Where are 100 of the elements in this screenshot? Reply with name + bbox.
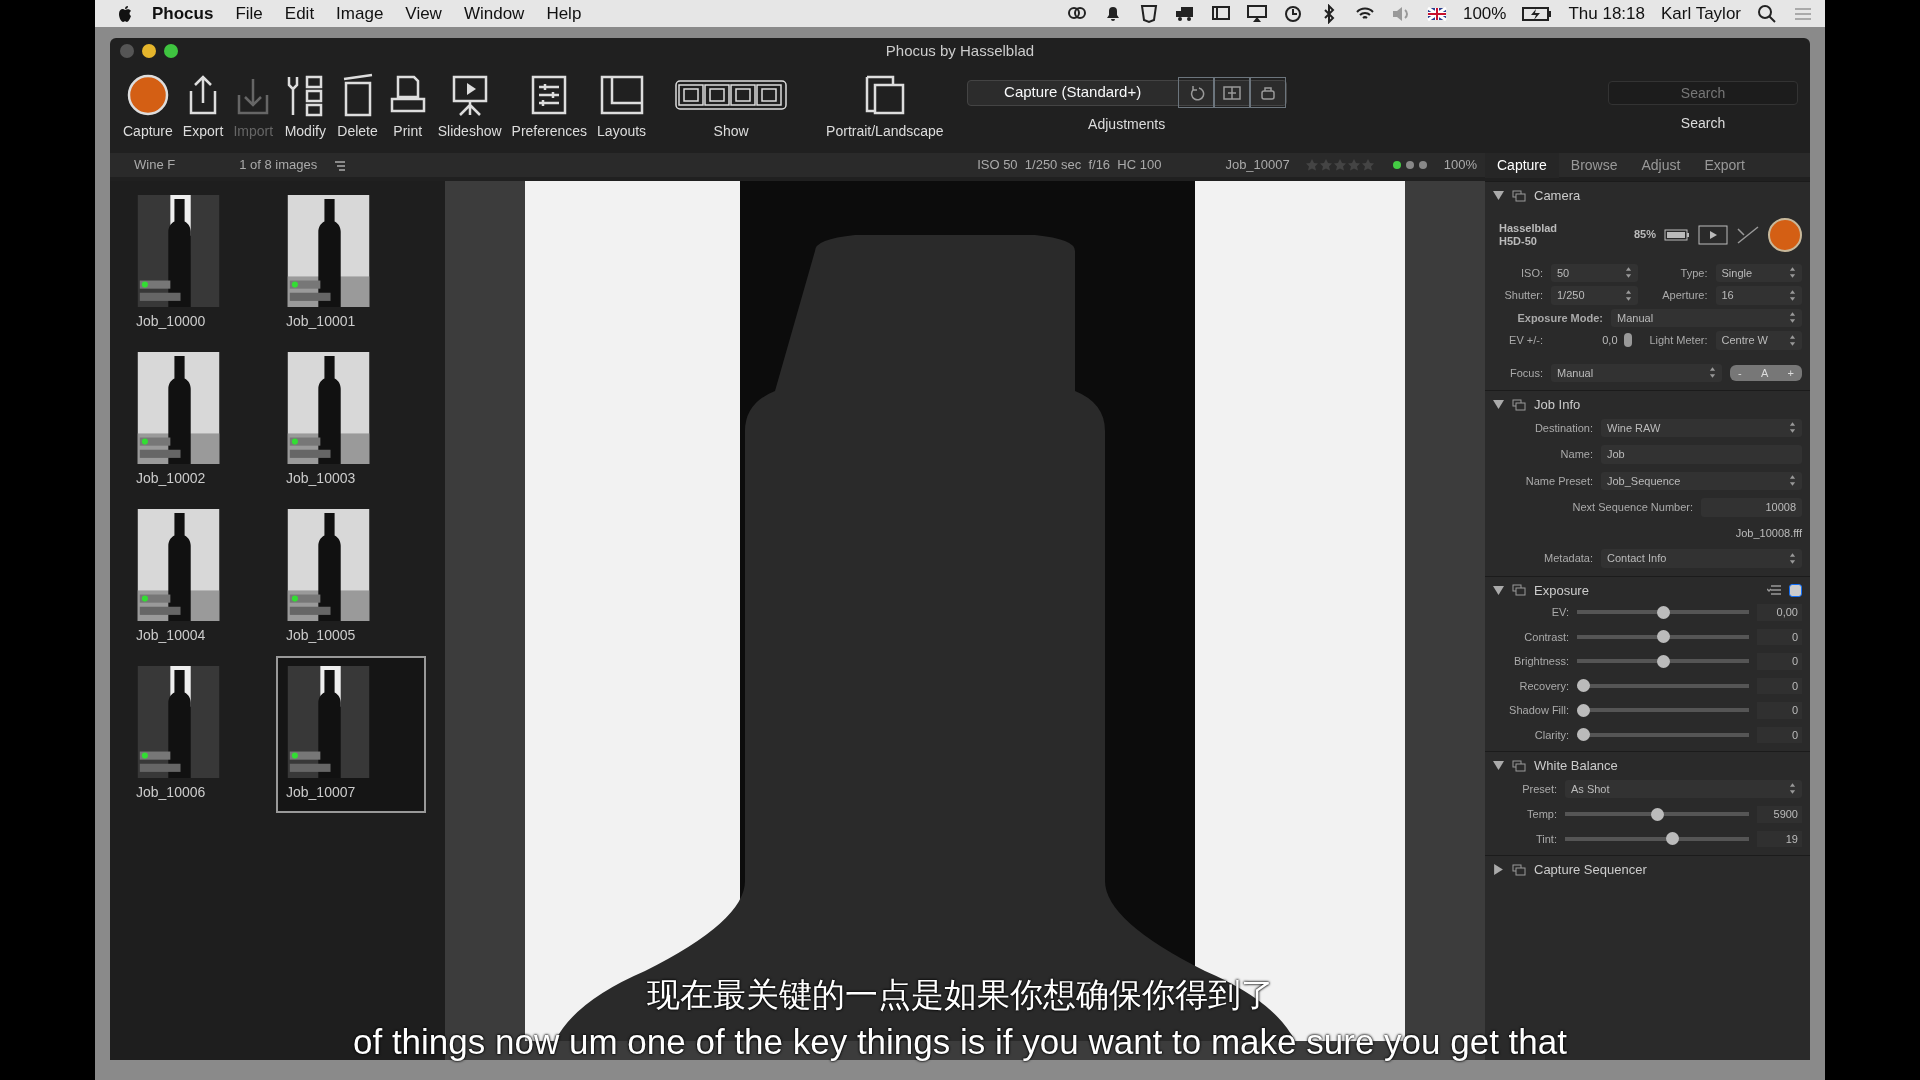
panel-tab[interactable]: Adjust (1629, 152, 1693, 178)
up-down-arrows-icon[interactable] (1789, 475, 1796, 487)
capture-button[interactable] (1768, 217, 1802, 252)
apple-icon[interactable] (117, 4, 133, 23)
toolbar-button[interactable]: Print (382, 72, 433, 142)
popup-field[interactable]: Manual (1611, 308, 1802, 327)
toolbar-button[interactable]: Layouts (592, 72, 652, 142)
user-name[interactable]: Karl Taylor (1661, 0, 1741, 27)
menu-clock[interactable]: Thu 18:18 (1568, 0, 1645, 27)
number-field[interactable]: 10008 (1701, 498, 1802, 517)
copy-icon[interactable] (1512, 398, 1526, 411)
disclosure-triangle-icon[interactable] (1493, 760, 1504, 772)
toolbar-button[interactable]: Capture (118, 72, 178, 142)
panel-tab[interactable]: Browse (1558, 152, 1630, 178)
text-field[interactable]: Job (1601, 445, 1802, 464)
minimize-button[interactable] (142, 44, 156, 58)
menu-item[interactable]: File (224, 0, 274, 27)
toolbar-button[interactable]: Show (661, 72, 802, 142)
stepper-field[interactable]: 0,0 (1551, 331, 1638, 350)
popup-field[interactable]: As Shot (1565, 779, 1802, 798)
popup-field[interactable]: Centre W (1715, 331, 1802, 350)
menu-item[interactable]: View (394, 0, 453, 27)
up-down-arrows-icon[interactable] (1789, 422, 1796, 434)
zoom-button[interactable] (164, 44, 178, 58)
toolbar-button[interactable]: Slideshow (432, 72, 507, 142)
slider-thumb[interactable] (1577, 703, 1590, 717)
menu-icon[interactable] (1767, 585, 1781, 596)
thumbnail[interactable]: Job_10000 (126, 185, 276, 342)
search-icon[interactable] (1757, 3, 1777, 24)
copy-icon[interactable] (1258, 84, 1277, 103)
slider-thumb[interactable] (1656, 605, 1670, 619)
popup-field[interactable]: 16 (1715, 286, 1802, 305)
toolbar-button[interactable]: Modify (278, 72, 333, 142)
thumbnail[interactable]: Job_10003 (276, 342, 426, 499)
section-title[interactable]: Job Info (1534, 395, 1581, 415)
preset-dropdown[interactable]: Capture (Standard+) (967, 76, 1178, 109)
thumbnail[interactable]: Job_10005 (276, 499, 426, 656)
up-down-arrows-icon[interactable] (1789, 552, 1796, 564)
airplay-icon[interactable] (1246, 3, 1267, 24)
clock-icon[interactable] (1282, 3, 1303, 24)
toolbar-button[interactable]: Portrait/Landscape (821, 72, 949, 142)
up-down-arrows-icon[interactable] (1624, 267, 1632, 279)
up-down-arrows-icon[interactable] (1789, 334, 1796, 346)
section-title[interactable]: Capture Sequencer (1534, 860, 1647, 880)
popup-field[interactable]: 50 (1551, 263, 1638, 282)
up-down-arrows-icon[interactable] (1789, 289, 1796, 301)
menu-item[interactable]: Edit (273, 0, 326, 27)
thumbnail[interactable]: Job_10002 (126, 342, 276, 499)
disclosure-triangle-icon[interactable] (1493, 584, 1504, 596)
up-down-arrows-icon[interactable] (1624, 289, 1632, 301)
slider-thumb[interactable] (1577, 728, 1590, 742)
up-down-arrows-icon[interactable] (1789, 267, 1796, 279)
up-down-arrows-icon[interactable] (1789, 312, 1796, 324)
popup-field[interactable]: Single (1715, 263, 1802, 282)
enable-checkbox[interactable] (1789, 583, 1802, 597)
shield-icon[interactable] (1138, 3, 1159, 24)
toolbar-button[interactable]: Preferences (506, 72, 593, 142)
menu-item[interactable]: Image (325, 0, 395, 27)
slider-thumb[interactable] (1656, 630, 1670, 644)
copy-icon[interactable] (1512, 189, 1526, 202)
copy-icon[interactable] (1512, 759, 1526, 772)
up-down-arrows-icon[interactable] (1709, 367, 1716, 379)
thumbnail[interactable]: Job_10001 (276, 185, 426, 342)
thumbnail[interactable]: Job_10007 (276, 656, 426, 813)
search-field[interactable]: Search (1608, 80, 1798, 105)
panel-tab[interactable]: Export (1692, 152, 1757, 178)
disclosure-triangle-icon[interactable] (1493, 399, 1504, 411)
diagonal-line-icon[interactable] (1736, 224, 1760, 245)
thumbnail[interactable]: Job_10006 (126, 656, 276, 813)
copy-icon[interactable] (1512, 863, 1526, 876)
compare-icon[interactable] (1222, 84, 1241, 103)
stepper-icon[interactable] (1623, 333, 1632, 348)
disclosure-triangle-icon[interactable] (1493, 864, 1504, 876)
copy-icon[interactable] (1512, 584, 1526, 597)
thumbnail[interactable]: Job_10004 (126, 499, 276, 656)
popup-field[interactable]: Contact Info (1601, 549, 1802, 568)
popup-field[interactable]: 1/250 (1551, 286, 1638, 305)
section-title[interactable]: Exposure (1534, 580, 1589, 600)
menu-item[interactable]: Help (535, 0, 593, 27)
slider-thumb[interactable] (1577, 679, 1590, 693)
disclosure-triangle-icon[interactable] (1493, 190, 1504, 202)
color-tag-dots-icon[interactable] (1391, 160, 1428, 170)
slider-thumb[interactable] (1656, 654, 1670, 668)
popup-field[interactable]: Manual (1551, 363, 1722, 382)
rating-stars-icon[interactable] (1305, 159, 1376, 171)
section-title[interactable]: Camera (1534, 186, 1581, 206)
section-title[interactable]: White Balance (1534, 756, 1618, 776)
sort-icon[interactable] (333, 159, 348, 172)
battery-icon[interactable] (1522, 5, 1553, 22)
slider-thumb[interactable] (1650, 807, 1664, 821)
panel-tab[interactable]: Capture (1485, 152, 1559, 178)
toolbar-button[interactable]: Export (177, 72, 229, 142)
up-down-arrows-icon[interactable] (1789, 783, 1796, 795)
app-name[interactable]: Phocus (141, 0, 225, 27)
menu-item[interactable]: Window (452, 0, 536, 27)
play-icon[interactable] (1698, 224, 1728, 245)
popup-field[interactable]: Wine RAW (1601, 418, 1802, 437)
popup-field[interactable]: Job_Sequence (1601, 471, 1802, 490)
slider-thumb[interactable] (1665, 832, 1679, 846)
toolbar-button[interactable]: Delete (332, 72, 383, 142)
